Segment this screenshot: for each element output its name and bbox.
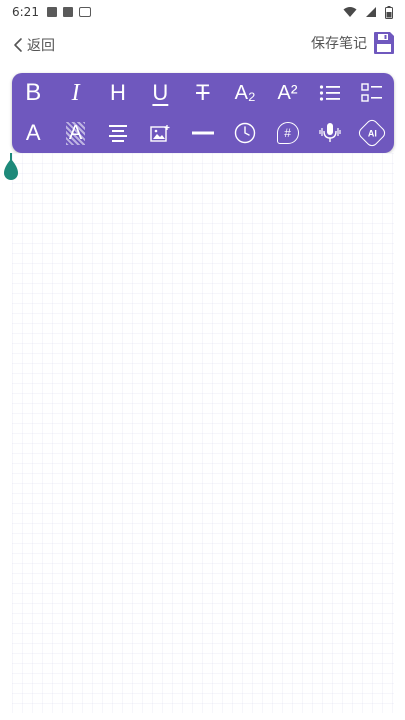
tag-button[interactable]: # xyxy=(266,113,308,153)
bullet-list-icon xyxy=(319,85,340,101)
subscript-icon: A₂ xyxy=(234,81,256,104)
timestamp-button[interactable] xyxy=(224,113,266,153)
voice-input-button[interactable] xyxy=(309,113,351,153)
insert-image-button[interactable] xyxy=(139,113,181,153)
hashtag-icon: # xyxy=(276,122,299,144)
status-bar: 6:21 xyxy=(0,0,405,24)
signal-icon xyxy=(366,7,376,17)
ai-icon: AI xyxy=(356,117,388,149)
floppy-disk-icon xyxy=(374,32,394,54)
header: 返回 保存笔记 xyxy=(0,28,405,64)
strikethrough-button[interactable]: T xyxy=(182,73,224,113)
heading-button[interactable]: H xyxy=(97,73,139,113)
back-button[interactable]: 返回 xyxy=(12,35,55,55)
toolbar-row-1: B I H U T A₂ A² xyxy=(12,73,394,113)
save-label: 保存笔记 xyxy=(311,36,367,52)
insert-image-icon xyxy=(150,125,170,142)
align-button[interactable] xyxy=(97,113,139,153)
formatting-toolbar: B I H U T A₂ A² A A # AI xyxy=(12,73,394,153)
checklist-icon xyxy=(361,83,383,102)
bullet-list-button[interactable] xyxy=(309,73,351,113)
cursor-handle[interactable] xyxy=(4,153,18,183)
ai-button[interactable]: AI xyxy=(351,113,393,153)
save-note-button[interactable]: 保存笔记 xyxy=(311,31,395,55)
bold-icon: B xyxy=(25,79,42,106)
divider-button[interactable] xyxy=(182,113,224,153)
subscript-button[interactable]: A₂ xyxy=(224,73,266,113)
battery-icon xyxy=(385,5,393,19)
app-notification-icon xyxy=(62,7,73,17)
gallery-notification-icon xyxy=(46,7,57,17)
italic-button[interactable]: I xyxy=(54,73,96,113)
chevron-left-icon xyxy=(14,38,22,52)
microphone-icon xyxy=(319,123,341,142)
text-color-button[interactable]: A xyxy=(12,113,54,153)
italic-icon: I xyxy=(71,79,80,106)
heading-icon: H xyxy=(110,80,126,105)
highlight-button[interactable]: A xyxy=(54,113,96,153)
strikethrough-icon: T xyxy=(196,80,210,105)
underline-button[interactable]: U xyxy=(139,73,181,113)
bold-button[interactable]: B xyxy=(12,73,54,113)
ai-label: AI xyxy=(367,128,377,138)
underline-icon: U xyxy=(152,80,169,105)
highlight-icon: A xyxy=(65,121,86,145)
text-color-icon: A xyxy=(25,120,41,145)
divider-line-icon xyxy=(191,131,214,135)
superscript-icon: A² xyxy=(277,81,298,104)
superscript-button[interactable]: A² xyxy=(266,73,308,113)
clock-icon xyxy=(234,122,256,144)
toolbar-row-2: A A # AI xyxy=(12,113,394,153)
wifi-icon xyxy=(343,7,357,17)
hashtag-label: # xyxy=(284,126,291,140)
note-editor-canvas[interactable] xyxy=(12,153,394,713)
back-label: 返回 xyxy=(27,38,55,54)
cast-icon xyxy=(78,7,91,17)
checklist-button[interactable] xyxy=(351,73,393,113)
align-icon xyxy=(108,125,127,142)
status-time: 6:21 xyxy=(12,5,39,19)
